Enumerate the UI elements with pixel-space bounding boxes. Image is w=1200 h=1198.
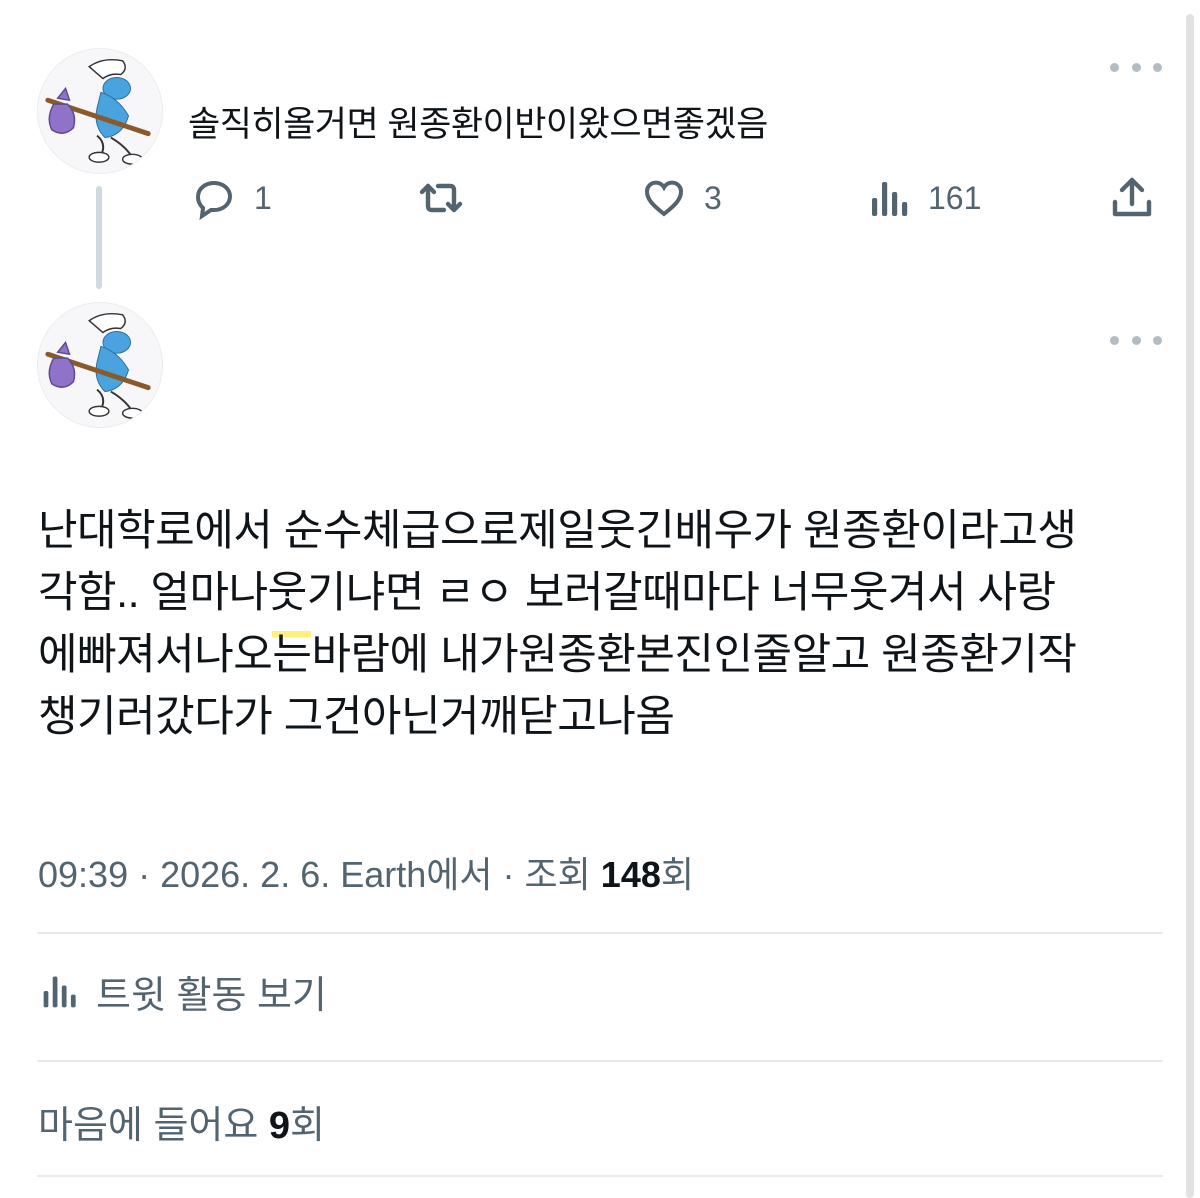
reply-icon — [195, 180, 233, 221]
reply-actions-bar: 1 3 161 — [0, 170, 1200, 226]
views-suffix: 회 — [660, 854, 694, 895]
meta-separator: · — [128, 854, 161, 895]
likes-suffix: 회 — [290, 1105, 325, 1147]
highlighted-text: 는 — [272, 631, 312, 679]
likes-count-link[interactable]: 마음에 들어요 9회 — [38, 1094, 325, 1149]
tweet-activity-link[interactable]: 트윗 활동 보기 — [40, 966, 327, 1017]
share-button[interactable] — [1108, 170, 1156, 226]
tweet-text-segment: 에빠져서나오 — [38, 631, 273, 679]
more-icon-dot — [1110, 335, 1119, 345]
divider — [37, 1175, 1163, 1177]
divider — [37, 932, 1163, 934]
reply-count: 1 — [254, 179, 272, 216]
main-more-button[interactable] — [1110, 329, 1162, 351]
tweet-text-line: 챙기러갔다가 그건아닌거깨닫고나옴 — [38, 693, 675, 741]
main-tweet-text: 난대학로에서 순수체급으로제일웃긴배우가 원종환이라고생 각함.. 얼마나웃기냐… — [38, 500, 1168, 748]
heart-icon — [644, 180, 684, 217]
views-count: 161 — [928, 179, 982, 216]
likes-label: 마음에 들어요 — [38, 1105, 269, 1147]
retweet-button[interactable] — [414, 170, 468, 226]
activity-label: 트윗 활동 보기 — [96, 974, 327, 1017]
retweet-icon — [419, 183, 463, 213]
views-icon — [43, 976, 76, 1008]
tweet-text-line: 각함.. 얼마나웃기냐면 ㄹㅇ 보러갈때마다 너무웃겨서 사랑 — [38, 569, 1056, 617]
main-avatar[interactable] — [37, 302, 163, 428]
reply-tweet-text: 솔직히올거면 원종환이반이왔으면좋겠음 — [188, 105, 768, 144]
like-count: 3 — [704, 179, 722, 216]
like-button[interactable]: 3 — [640, 170, 722, 226]
more-icon-dot — [1131, 62, 1141, 72]
meta-separator: · — [492, 854, 525, 895]
more-icon-dot — [1153, 335, 1162, 345]
tweet-text-line: 난대학로에서 순수체급으로제일웃긴배우가 원종환이라고생 — [38, 507, 1077, 555]
more-icon-dot — [1153, 62, 1162, 72]
smurf-avatar-icon — [45, 312, 151, 419]
tweet-time[interactable]: 09:39 — [38, 854, 128, 895]
reply-more-button[interactable] — [1110, 56, 1162, 78]
tweet-text-segment: 바람에 내가원종환본진인줄알고 원종환기작 — [311, 631, 1077, 679]
reply-avatar[interactable] — [37, 48, 163, 174]
smurf-avatar-icon — [45, 58, 151, 165]
tweet-date[interactable]: 2026. 2. 6. — [160, 854, 330, 895]
likes-count: 9 — [268, 1105, 291, 1147]
divider — [37, 1060, 1163, 1062]
more-icon-dot — [1110, 62, 1119, 72]
views-button[interactable]: 161 — [868, 170, 981, 226]
tweet-meta: 09:39 · 2026. 2. 6. Earth에서 · 조회 148회 — [38, 846, 694, 898]
reply-button[interactable]: 1 — [190, 170, 272, 226]
tweet-text-line: 에빠져서나오는바람에 내가원종환본진인줄알고 원종환기작 — [38, 624, 1168, 686]
share-icon — [1112, 177, 1152, 217]
views-label: 조회 — [524, 854, 601, 895]
views-icon — [872, 182, 908, 216]
tweet-source: Earth에서 — [340, 854, 493, 895]
more-icon-dot — [1131, 335, 1141, 345]
views-count: 148 — [600, 854, 661, 895]
